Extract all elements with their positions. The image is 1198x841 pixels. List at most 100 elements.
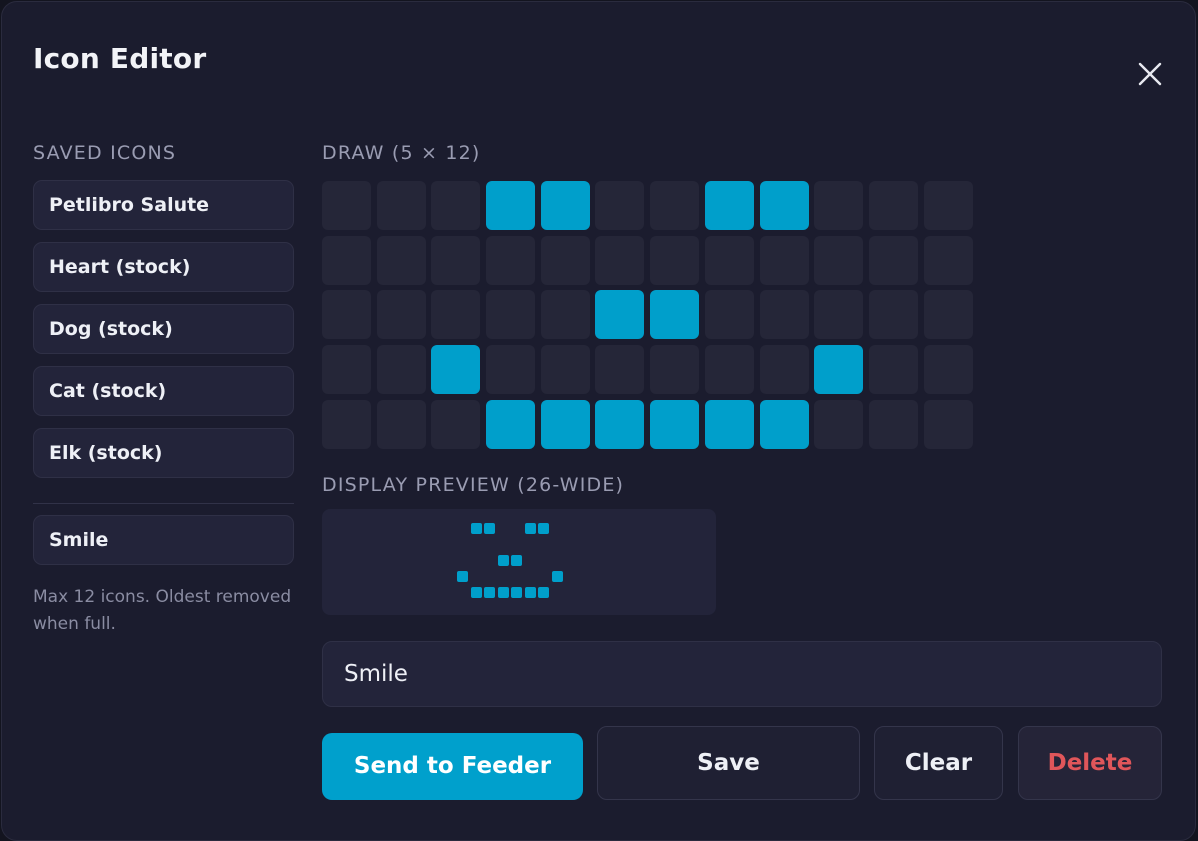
preview-pixel bbox=[498, 539, 509, 550]
saved-icon-item[interactable]: Elk (stock) bbox=[33, 428, 294, 478]
send-to-feeder-button[interactable]: Send to Feeder bbox=[322, 733, 583, 800]
draw-cell[interactable] bbox=[540, 235, 590, 285]
save-button[interactable]: Save bbox=[597, 726, 860, 800]
draw-cell[interactable] bbox=[540, 399, 590, 449]
draw-cell[interactable] bbox=[540, 290, 590, 340]
draw-cell[interactable] bbox=[486, 399, 536, 449]
preview-pixel bbox=[498, 523, 509, 534]
draw-cell[interactable] bbox=[704, 181, 754, 230]
draw-cell[interactable] bbox=[814, 345, 864, 395]
saved-icon-item[interactable]: Heart (stock) bbox=[33, 242, 294, 292]
draw-cell[interactable] bbox=[923, 399, 973, 449]
draw-cell[interactable] bbox=[868, 345, 918, 395]
draw-cell[interactable] bbox=[923, 345, 973, 395]
display-preview-label: DISPLAY PREVIEW (26-WIDE) bbox=[322, 474, 625, 496]
draw-cell[interactable] bbox=[704, 399, 754, 449]
preview-pixel bbox=[511, 587, 522, 598]
draw-cell[interactable] bbox=[431, 345, 481, 395]
draw-cell[interactable] bbox=[595, 181, 645, 230]
draw-cell[interactable] bbox=[704, 345, 754, 395]
draw-cell[interactable] bbox=[376, 399, 426, 449]
preview-pixel bbox=[565, 523, 576, 534]
preview-pixel bbox=[525, 571, 536, 582]
preview-pixel bbox=[484, 523, 495, 534]
icon-name-input[interactable] bbox=[322, 641, 1162, 707]
preview-grid bbox=[457, 523, 576, 598]
delete-button[interactable]: Delete bbox=[1018, 726, 1162, 800]
draw-cell[interactable] bbox=[595, 399, 645, 449]
draw-cell[interactable] bbox=[322, 399, 371, 449]
draw-cell[interactable] bbox=[322, 290, 371, 340]
preview-pixel bbox=[538, 539, 549, 550]
draw-cell[interactable] bbox=[814, 399, 864, 449]
draw-cell[interactable] bbox=[431, 399, 481, 449]
draw-cell[interactable] bbox=[486, 181, 536, 230]
preview-pixel bbox=[457, 555, 468, 566]
draw-cell[interactable] bbox=[376, 235, 426, 285]
preview-pixel bbox=[565, 555, 576, 566]
current-icon-item[interactable]: Smile bbox=[33, 515, 294, 565]
draw-cell[interactable] bbox=[376, 181, 426, 230]
preview-pixel bbox=[470, 587, 482, 598]
draw-cell[interactable] bbox=[759, 345, 809, 395]
draw-cell[interactable] bbox=[322, 235, 371, 285]
draw-cell[interactable] bbox=[650, 399, 700, 449]
preview-pixel bbox=[511, 555, 522, 566]
draw-cell[interactable] bbox=[650, 235, 700, 285]
draw-cell[interactable] bbox=[650, 181, 700, 230]
draw-cell[interactable] bbox=[759, 399, 809, 449]
draw-cell[interactable] bbox=[923, 181, 973, 230]
draw-cell[interactable] bbox=[868, 181, 918, 230]
preview-pixel bbox=[471, 571, 482, 582]
draw-cell[interactable] bbox=[322, 181, 371, 230]
preview-pixel bbox=[511, 571, 522, 582]
preview-pixel bbox=[471, 539, 482, 550]
draw-cell[interactable] bbox=[376, 345, 426, 395]
draw-cell[interactable] bbox=[759, 235, 809, 285]
draw-cell[interactable] bbox=[486, 345, 536, 395]
draw-cell[interactable] bbox=[814, 290, 864, 340]
sidebar-divider bbox=[33, 503, 294, 504]
draw-cell[interactable] bbox=[540, 181, 590, 230]
saved-icon-item[interactable]: Cat (stock) bbox=[33, 366, 294, 416]
saved-icon-item[interactable]: Dog (stock) bbox=[33, 304, 294, 354]
saved-icon-item[interactable]: Petlibro Salute bbox=[33, 180, 294, 230]
close-icon[interactable] bbox=[1137, 61, 1163, 87]
preview-pixel bbox=[538, 523, 549, 534]
draw-cell[interactable] bbox=[431, 181, 481, 230]
draw-cell[interactable] bbox=[486, 290, 536, 340]
saved-icons-label: SAVED ICONS bbox=[33, 142, 177, 164]
draw-cell[interactable] bbox=[322, 345, 371, 395]
draw-cell[interactable] bbox=[868, 290, 918, 340]
preview-pixel bbox=[457, 523, 468, 534]
draw-cell[interactable] bbox=[650, 345, 700, 395]
draw-cell[interactable] bbox=[595, 290, 645, 340]
preview-pixel bbox=[565, 539, 576, 550]
draw-cell[interactable] bbox=[376, 290, 426, 340]
draw-cell[interactable] bbox=[923, 235, 973, 285]
draw-cell[interactable] bbox=[486, 235, 536, 285]
clear-button[interactable]: Clear bbox=[874, 726, 1003, 800]
preview-pixel bbox=[565, 587, 576, 598]
max-icons-hint: Max 12 icons. Oldest removed when full. bbox=[33, 587, 292, 634]
draw-cell[interactable] bbox=[759, 290, 809, 340]
draw-cell[interactable] bbox=[759, 181, 809, 230]
preview-pixel bbox=[497, 587, 509, 598]
draw-cell[interactable] bbox=[704, 235, 754, 285]
preview-pixel bbox=[497, 555, 509, 566]
draw-cell[interactable] bbox=[595, 345, 645, 395]
preview-pixel bbox=[565, 571, 576, 582]
draw-cell[interactable] bbox=[540, 345, 590, 395]
draw-cell[interactable] bbox=[595, 235, 645, 285]
draw-cell[interactable] bbox=[431, 235, 481, 285]
draw-cell[interactable] bbox=[650, 290, 700, 340]
draw-cell[interactable] bbox=[868, 399, 918, 449]
draw-cell[interactable] bbox=[814, 235, 864, 285]
draw-cell[interactable] bbox=[923, 290, 973, 340]
preview-pixel bbox=[552, 523, 563, 534]
draw-cell[interactable] bbox=[868, 235, 918, 285]
draw-cell[interactable] bbox=[704, 290, 754, 340]
draw-cell[interactable] bbox=[431, 290, 481, 340]
preview-pixel bbox=[552, 555, 563, 566]
draw-cell[interactable] bbox=[814, 181, 864, 230]
